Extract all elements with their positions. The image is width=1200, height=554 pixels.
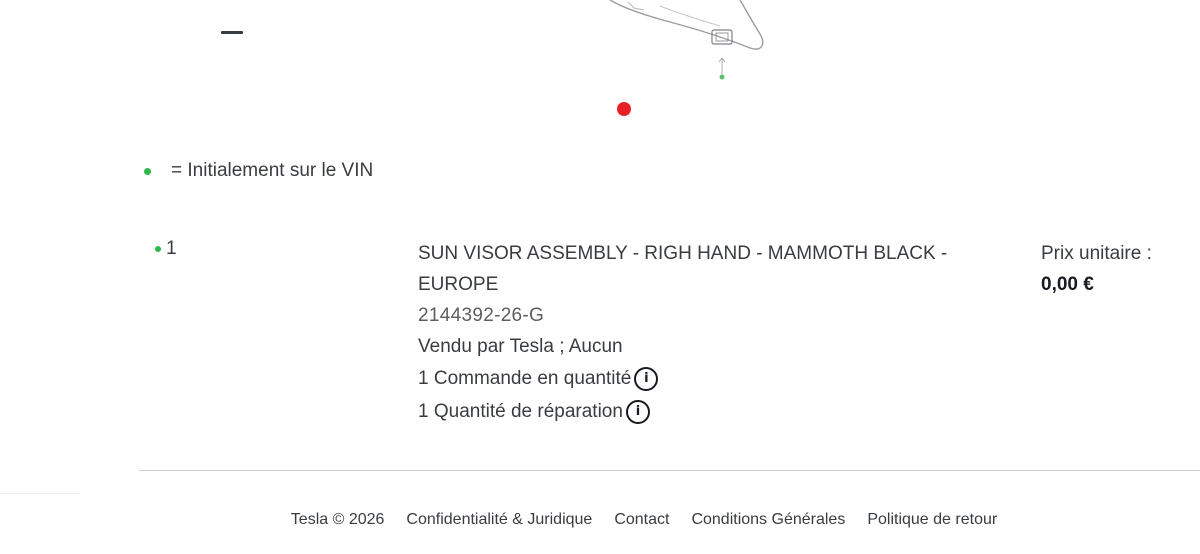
carousel-indicator-dot[interactable]: [617, 102, 631, 116]
unit-price: Prix unitaire : 0,00 €: [1041, 238, 1152, 300]
part-number: 2144392-26-G: [418, 305, 545, 326]
part-name: SUN VISOR ASSEMBLY - RIGH HAND - MAMMOTH…: [418, 243, 948, 295]
footer-link-terms[interactable]: Conditions Générales: [691, 511, 845, 529]
zoom-out-minus-icon[interactable]: [221, 31, 243, 34]
section-divider: [139, 470, 1200, 471]
part-details: SUN VISOR ASSEMBLY - RIGH HAND - MAMMOTH…: [418, 238, 1028, 428]
order-quantity-info-icon[interactable]: i: [634, 366, 659, 391]
vin-dot-icon: [144, 167, 151, 175]
footer-copyright: Tesla © 2026: [290, 511, 385, 528]
part-index-number: 1: [166, 238, 177, 259]
vin-legend: = Initialement sur le VIN: [144, 160, 373, 182]
left-rule-divider: [0, 493, 80, 494]
order-quantity-text: 1 Commande en quantité: [418, 368, 632, 389]
sold-by-text: Vendu par Tesla ; Aucun: [418, 336, 623, 357]
order-quantity-line: 1 Commande en quantité i: [418, 362, 1028, 395]
repair-quantity-info-icon[interactable]: i: [625, 399, 650, 424]
part-diagram-illustration: [609, 0, 764, 80]
unit-price-label: Prix unitaire :: [1041, 243, 1152, 264]
footer-link-contact[interactable]: Contact: [614, 511, 669, 529]
site-footer: Tesla © 2026 Confidentialité & Juridique…: [0, 511, 1200, 529]
vin-legend-text: = Initialement sur le VIN: [171, 160, 374, 181]
repair-quantity-text: 1 Quantité de réparation: [418, 401, 623, 422]
part-index: 1: [155, 238, 177, 260]
parts-catalog-page: = Initialement sur le VIN 1 SUN VISOR AS…: [0, 0, 1200, 554]
unit-price-value: 0,00 €: [1041, 274, 1094, 295]
footer-link-return-policy[interactable]: Politique de retour: [867, 511, 997, 529]
footer-link-privacy-legal[interactable]: Confidentialité & Juridique: [406, 511, 592, 529]
repair-quantity-line: 1 Quantité de réparation i: [418, 395, 1028, 428]
vin-dot-icon: [155, 246, 161, 252]
